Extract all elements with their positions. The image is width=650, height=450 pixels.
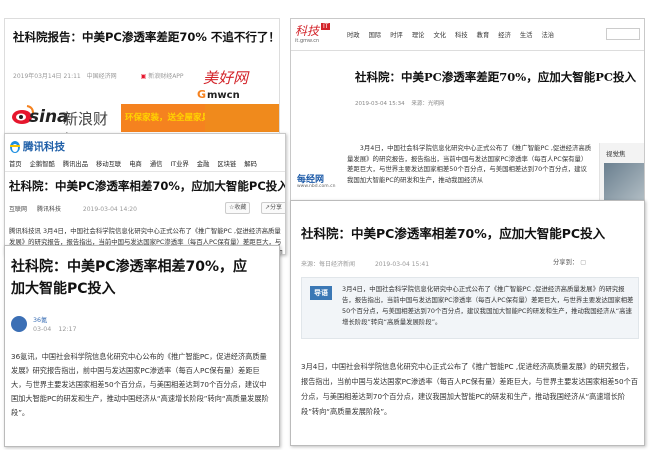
nbd-source: 来源：每日经济新闻: [301, 261, 356, 268]
nbd-meta-row: 来源：每日经济新闻 2019-03-04 15:41: [301, 259, 429, 268]
nbd-share-label: 分享到：: [553, 259, 579, 266]
gmw-nav-item[interactable]: 教育: [477, 30, 490, 39]
qq-nav-item[interactable]: 腾讯出品: [63, 159, 88, 168]
gmw-article-panel: 科技 IT it.gmw.cn 时政 国际 时评 理论 文化 科技 教育 经济 …: [290, 18, 645, 223]
gmw-date: 2019-03-04 15:34: [355, 101, 405, 107]
ad-banner[interactable]: 环保家装，送全屋家具: [121, 104, 205, 132]
kr36-date-row: 03-04 12:17: [33, 326, 76, 333]
sina-date: 2019年03月14日 21:11: [13, 73, 81, 80]
gmw-nav-item[interactable]: 法治: [541, 30, 554, 39]
qq-logo: 腾讯科技: [9, 139, 89, 155]
mrjj-logo-url: www.nbd.com.cn: [297, 184, 336, 189]
qq-nav: 首页 企鹅智酷 腾讯出品 移动互联 电商 通信 IT业界 金融 区块链 解码: [9, 159, 263, 168]
mrjj-logo-small: 每经网 www.nbd.com.cn: [295, 171, 345, 193]
qq-nav-item[interactable]: 通信: [150, 159, 163, 168]
nbd-lead-text: 3月4日，中国社会科学院信息化研究中心正式公布了《推广智能PC ,促进经济高质量…: [342, 285, 634, 326]
kr36-date: 03-04: [33, 326, 52, 333]
qq-article-title: 社科院：中美PC渗透率相差70%，应加大智能PC投入: [9, 179, 286, 193]
gmw-nav-item[interactable]: 经济: [498, 30, 511, 39]
gmw-nav-item[interactable]: 时评: [390, 30, 403, 39]
nbd-article-panel: 社科院：中美PC渗透率相差70%，应加大智能PC投入 来源：每日经济新闻 201…: [290, 200, 645, 446]
ad-banner-right: [205, 104, 279, 132]
qq-collect-label: 收藏: [234, 204, 247, 211]
sina-source[interactable]: 中国经济网: [87, 73, 117, 80]
gmw-nav-item[interactable]: 理论: [412, 30, 425, 39]
gmw-nav-item[interactable]: 时政: [347, 30, 360, 39]
qq-meta-source[interactable]: 腾讯科技: [37, 206, 61, 213]
svg-text:美好网: 美好网: [203, 69, 250, 87]
gmw-topbar: 科技 IT it.gmw.cn 时政 国际 时评 理论 文化 科技 教育 经济 …: [291, 19, 644, 51]
kr36-author-avatar[interactable]: [11, 316, 27, 332]
qq-logo-text: 腾讯科技: [23, 141, 65, 153]
sina-meta-row: 2019年03月14日 21:11 中国经济网 ▣ 新浪财经APP: [13, 71, 184, 80]
meixi-logo: 美好网 G mwcn: [193, 63, 267, 101]
qq-nav-item[interactable]: 首页: [9, 159, 22, 168]
gmw-search-input[interactable]: [606, 28, 640, 40]
nbd-share-row[interactable]: 分享到： ▢: [553, 257, 586, 266]
phone-icon: ▣: [140, 73, 147, 80]
qq-nav-item[interactable]: 解码: [244, 159, 257, 168]
nbd-article-title: 社科院：中美PC渗透率相差70%，应加大智能PC投入: [301, 226, 606, 241]
svg-text:G: G: [197, 88, 206, 101]
share-icon: ▢: [580, 259, 587, 266]
qq-share-label: 分享: [270, 204, 283, 211]
qq-share-button[interactable]: ↗分享: [261, 202, 285, 214]
sina-app-link[interactable]: 新浪财经APP: [148, 73, 183, 80]
qq-header: 腾讯科技 首页 企鹅智酷 腾讯出品 移动互联 电商 通信 IT业界 金融 区块链…: [5, 134, 285, 172]
gmw-nav-item[interactable]: 生活: [520, 30, 533, 39]
qq-meta-date: 2019-03-04 14:20: [82, 206, 137, 213]
qq-nav-item[interactable]: IT业界: [170, 159, 188, 168]
gmw-nav-item[interactable]: 文化: [433, 30, 446, 39]
nbd-lead-box: 导语 3月4日，中国社会科学院信息化研究中心正式公布了《推广智能PC ,促进经济…: [301, 277, 639, 339]
gmw-meta: 2019-03-04 15:34 来源：光明网: [355, 99, 444, 107]
nbd-date: 2019-03-04 15:41: [374, 261, 430, 268]
sina-logo: sina 新浪财经: [11, 97, 121, 137]
kr36-time: 12:17: [58, 326, 77, 333]
sina-article-panel: 社科院报告：中美PC渗透率差距70% 不追不行了！ 2019年03月14日 21…: [4, 18, 280, 138]
qq-nav-item[interactable]: 电商: [129, 159, 142, 168]
gmw-logo: 科技 IT it.gmw.cn: [295, 22, 339, 48]
gmw-source: 来源：光明网: [411, 101, 445, 107]
kr36-author[interactable]: 36氪: [33, 315, 47, 324]
svg-text:mwcn: mwcn: [207, 90, 240, 101]
qq-nav-item[interactable]: 移动互联: [96, 159, 121, 168]
qq-nav-item[interactable]: 金融: [197, 159, 210, 168]
ad-banner-text: 环保家装，送全屋家具: [125, 113, 205, 123]
kr36-article-title: 社科院：中美PC渗透率相差70%，应加大智能PC投入: [11, 259, 248, 297]
kr36-article-panel: 社科院：中美PC渗透率相差70%，应加大智能PC投入 36氪 03-04 12:…: [4, 245, 280, 447]
gmw-side-caption: 视觉焦: [606, 150, 626, 158]
gmw-logo-script: 科技: [295, 24, 320, 38]
qq-meta-row: 互联网 腾讯科技 2019-03-04 14:20: [9, 204, 137, 213]
sina-article-title: 社科院报告：中美PC渗透率差距70% 不追不行了！: [13, 30, 280, 44]
qq-meta-category[interactable]: 互联网: [9, 206, 27, 213]
gmw-nav: 时政 国际 时评 理论 文化 科技 教育 经济 生活 法治: [347, 30, 561, 39]
nbd-article-body: 3月4日，中国社会科学院信息化研究中心正式公布了《推广智能PC ,促进经济高质量…: [301, 362, 638, 416]
qq-collect-button[interactable]: ☆收藏: [225, 202, 251, 214]
qq-nav-item[interactable]: 区块链: [217, 159, 236, 168]
gmw-nav-item[interactable]: 国际: [369, 30, 382, 39]
qq-penguin-icon: [10, 141, 20, 153]
gmw-logo-tag: IT: [321, 23, 331, 30]
nbd-lead-tag: 导语: [310, 286, 332, 300]
qq-nav-item[interactable]: 企鹅智酷: [30, 159, 55, 168]
gmw-nav-item[interactable]: 科技: [455, 30, 468, 39]
kr36-article-body: 36氪讯，中国社会科学院信息化研究中心公布的《推广智能PC，促进经济高质量发展》…: [11, 352, 269, 417]
gmw-logo-url: it.gmw.cn: [295, 38, 320, 44]
qq-article-panel: 腾讯科技 首页 企鹅智酷 腾讯出品 移动互联 电商 通信 IT业界 金融 区块链…: [4, 133, 286, 255]
gmw-article-title: 社科院：中美PC渗透率差距70%，应加大智能PC投入: [355, 70, 637, 84]
